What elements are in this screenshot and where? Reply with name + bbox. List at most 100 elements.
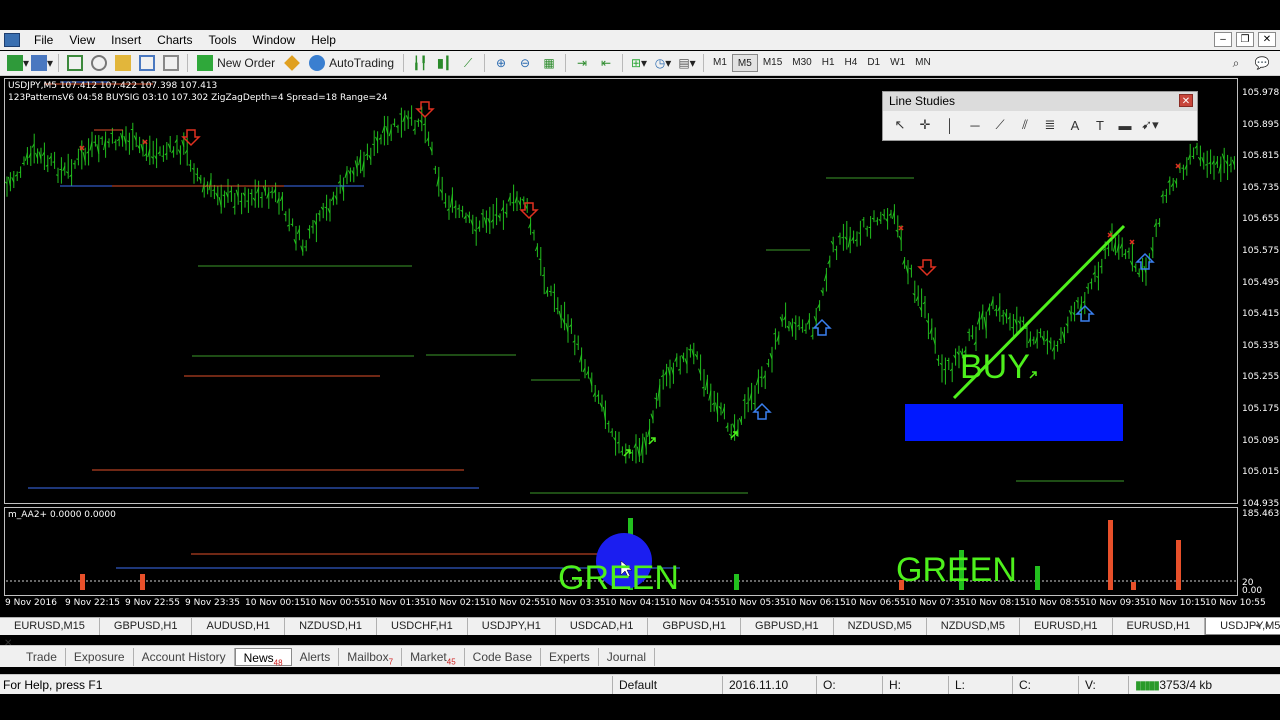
text-icon[interactable]: A (1064, 115, 1086, 135)
symbol-tab[interactable]: USDCHF,H1 (377, 618, 468, 635)
hline-icon[interactable]: ─ (964, 115, 986, 135)
autotrading-button[interactable]: AutoTrading (305, 53, 398, 73)
minimize-icon[interactable]: – (1214, 32, 1232, 47)
symbol-tab[interactable]: GBPUSD,H1 (741, 618, 834, 635)
symbol-tab[interactable]: GBPUSD,H1 (100, 618, 193, 635)
tester-button[interactable] (160, 53, 182, 73)
timeframe-d1[interactable]: D1 (862, 54, 885, 72)
grid-icon: ▦ (543, 56, 555, 70)
restore-icon[interactable]: ❐ (1236, 32, 1254, 47)
timeframe-m5[interactable]: M5 (731, 54, 758, 72)
symbol-tab[interactable]: EURUSD,H1 (1020, 618, 1113, 635)
timeframe-mn[interactable]: MN (910, 54, 936, 72)
clock-icon: ◷ (654, 56, 666, 70)
indicators-button[interactable]: ⊞ ▾ (628, 53, 650, 73)
vline-icon[interactable]: │ (939, 115, 961, 135)
bar-chart-button[interactable]: ╽╿ (409, 53, 431, 73)
trendline-icon[interactable]: ⟋ (989, 115, 1011, 135)
symbol-tab-list: EURUSD,M15 GBPUSD,H1 AUDUSD,H1 NZDUSD,H1 USD… (0, 618, 1280, 635)
terminal-tab[interactable]: Exposure (66, 647, 134, 666)
channel-icon[interactable]: ⫽ (1014, 115, 1036, 135)
price-bar-tick (18, 171, 21, 174)
symbol-tab[interactable]: USDJPY,H1 (468, 618, 556, 635)
timeframe-h1[interactable]: H1 (817, 54, 840, 72)
signal-icon: ▮▮▮▮▮ (1135, 677, 1160, 692)
terminal-tab-label: Exposure (73, 649, 125, 664)
line-studies-title[interactable]: Line Studies ✕ (883, 92, 1197, 111)
search-button[interactable]: ⌕ (1225, 53, 1247, 73)
chart-shift-button[interactable]: ⇤ (595, 53, 617, 73)
templates-button[interactable]: ▤ ▾ (676, 53, 698, 73)
timeframe-m1[interactable]: M1 (708, 54, 732, 72)
tester-icon (163, 55, 180, 71)
data-window-button[interactable] (112, 53, 134, 73)
timeframe-h4[interactable]: H4 (840, 54, 863, 72)
symbol-tab[interactable]: NZDUSD,M5 (834, 618, 927, 635)
time-label: 9 Nov 2016 (5, 598, 57, 608)
timeframe-w1[interactable]: W1 (885, 54, 910, 72)
menu-view[interactable]: View (61, 30, 103, 50)
cursor-icon[interactable]: ↖ (889, 115, 911, 135)
status-profile[interactable]: Default (612, 675, 722, 694)
terminal-tab[interactable]: Market45 (402, 647, 465, 666)
line-chart-button[interactable]: ⟋ (457, 53, 479, 73)
price-label: 105.015 (1242, 467, 1280, 478)
terminal-tab[interactable]: Alerts (292, 647, 340, 666)
fibo-icon[interactable]: ≣ (1039, 115, 1061, 135)
periods-button[interactable]: ◷ ▾ (652, 53, 674, 73)
symbol-tab[interactable]: GBPUSD,H1 (648, 618, 742, 635)
buy-zone-box (905, 404, 1123, 441)
rect-icon[interactable]: ▬ (1114, 115, 1136, 135)
close-icon[interactable]: ✕ (1179, 94, 1193, 107)
profiles-button[interactable]: ▾ (31, 53, 53, 73)
terminal-tab[interactable]: Trade (18, 647, 66, 666)
tile-windows-button[interactable]: ▦ (538, 53, 560, 73)
terminal-tab[interactable]: Account History (134, 647, 235, 666)
timeframe-m15[interactable]: M15 (758, 54, 787, 72)
zoom-in-button[interactable]: ⊕ (490, 53, 512, 73)
zoom-out-button[interactable]: ⊖ (514, 53, 536, 73)
terminal-tab[interactable]: Code Base (465, 647, 542, 666)
new-chart-button[interactable]: ▾ (7, 53, 29, 73)
navigator-button[interactable] (88, 53, 110, 73)
market-watch-button[interactable] (64, 53, 86, 73)
chart-area[interactable]: USDJPY,M5 107.412 107.422 107.398 107.41… (4, 78, 1280, 612)
time-label: 10 Nov 07:35 (905, 598, 966, 608)
terminal-button[interactable] (136, 53, 158, 73)
symbol-tab[interactable]: NZDUSD,M5 (927, 618, 1020, 635)
profiles-icon (31, 55, 48, 71)
crosshair-icon[interactable]: ✛ (914, 115, 936, 135)
symbol-tab[interactable]: USDCAD,H1 (556, 618, 649, 635)
terminal-tab[interactable]: Mailbox7 (339, 647, 403, 666)
line-studies-toolbar[interactable]: Line Studies ✕ ↖ ✛ │ ─ ⟋ ⫽ ≣ A T ▬ ➹▾ (882, 91, 1198, 141)
new-order-button[interactable]: New Order (193, 53, 279, 73)
tab-scroll-icon[interactable]: ◂▸ (1255, 620, 1276, 631)
symbol-tab[interactable]: NZDUSD,H1 (285, 618, 378, 635)
price-bar-tick (752, 402, 756, 405)
time-label: 10 Nov 06:15 (785, 598, 846, 608)
candle-chart-button[interactable]: ▮┃ (433, 53, 455, 73)
autoscroll-button[interactable]: ⇥ (571, 53, 593, 73)
symbol-tab[interactable]: EURUSD,M15 (0, 618, 100, 635)
symbol-tab[interactable]: EURUSD,H1 (1113, 618, 1206, 635)
menu-insert[interactable]: Insert (103, 30, 149, 50)
label-icon[interactable]: T (1089, 115, 1111, 135)
menu-help[interactable]: Help (303, 30, 344, 50)
price-bar-tick (875, 220, 878, 222)
menu-file[interactable]: File (26, 30, 61, 50)
timeframe-m30[interactable]: M30 (787, 54, 816, 72)
terminal-tab[interactable]: News48 (234, 647, 292, 667)
close-icon[interactable]: ✕ (1258, 32, 1276, 47)
menu-window[interactable]: Window (245, 30, 304, 50)
menu-tools[interactable]: Tools (201, 30, 245, 50)
arrow-icon[interactable]: ➹▾ (1139, 115, 1161, 135)
metaeditor-button[interactable] (281, 53, 303, 73)
chart-header-indicator: 123PatternsV6 04:58 BUYSIG 03:10 107.302… (8, 93, 388, 103)
chat-button[interactable]: 💬 (1251, 53, 1273, 73)
terminal-tab[interactable]: Experts (541, 647, 599, 666)
menu-charts[interactable]: Charts (149, 30, 200, 50)
symbol-tab[interactable]: AUDUSD,H1 (192, 618, 286, 635)
status-open: O: 105.078 (816, 675, 882, 710)
chart-canvas[interactable] (4, 78, 1278, 612)
terminal-tab[interactable]: Journal (599, 647, 656, 666)
